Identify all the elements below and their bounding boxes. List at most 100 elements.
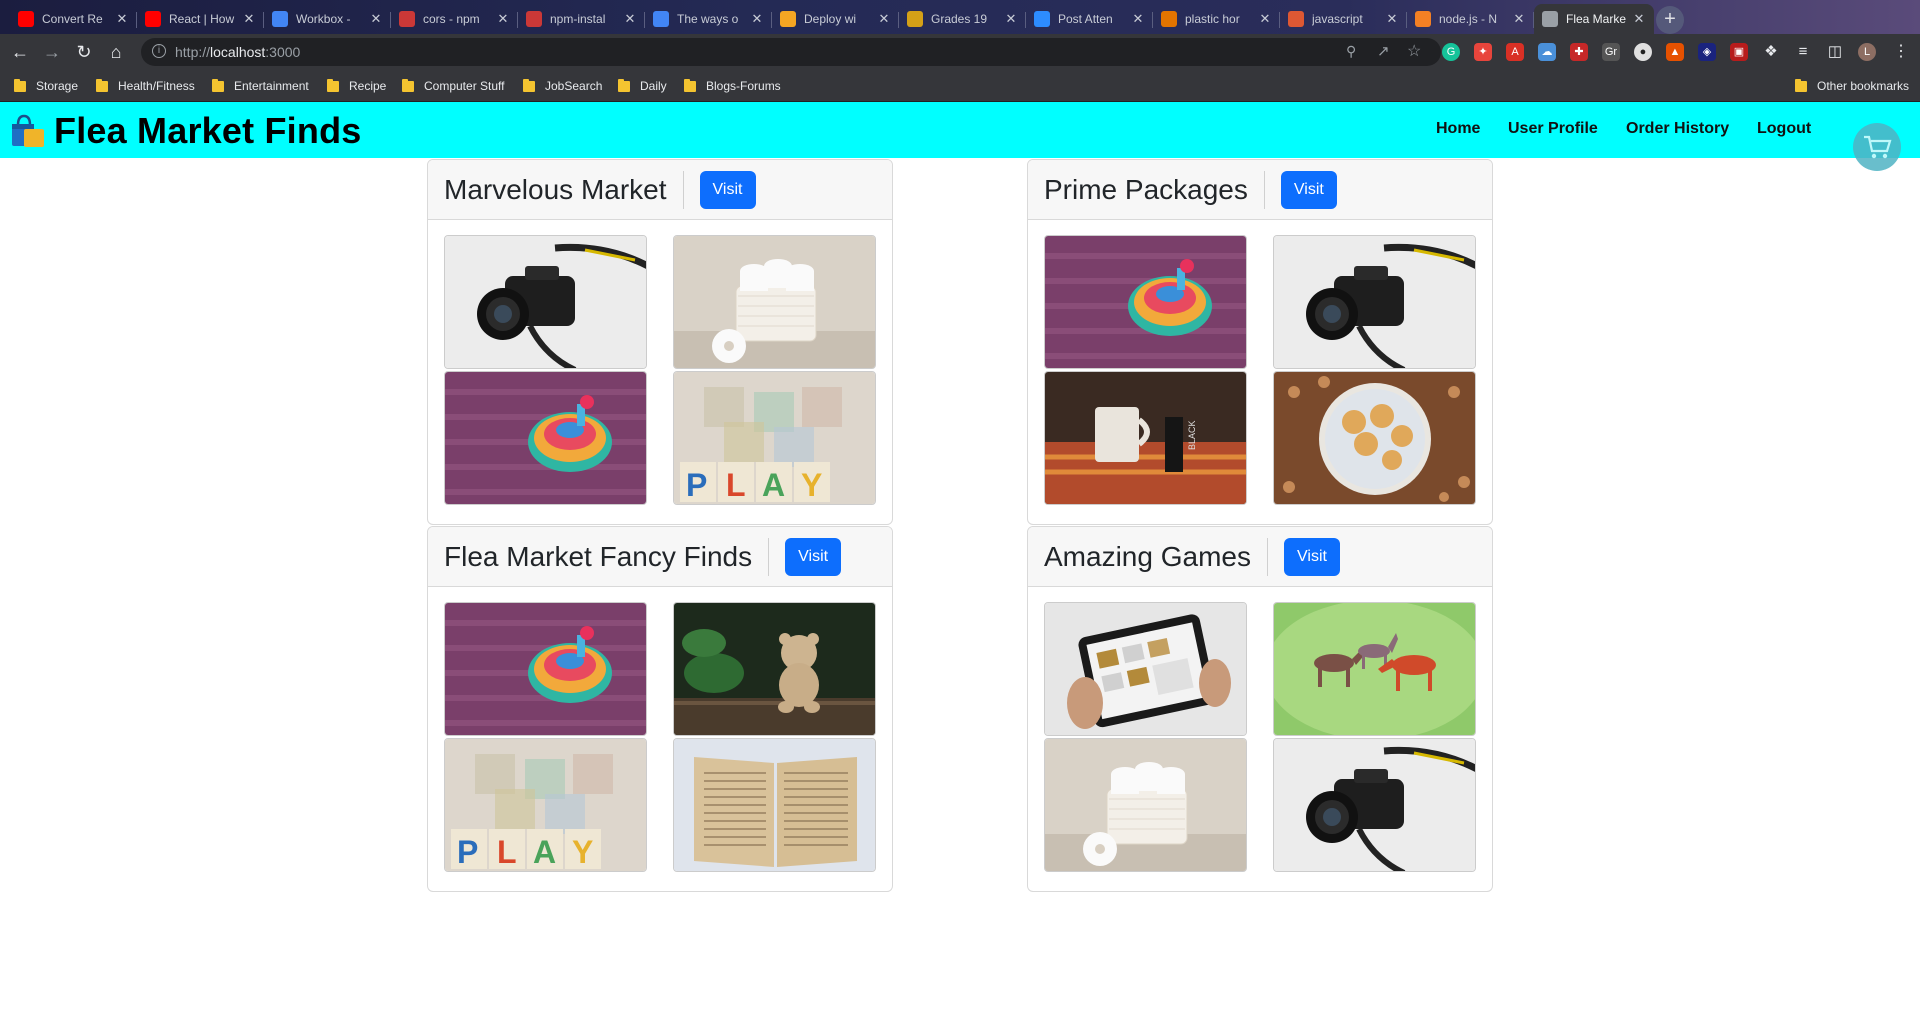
bookmark-folder[interactable]: Storage [14,78,78,93]
reload-icon[interactable]: ↻ [72,40,96,64]
extension-icon[interactable]: ☁ [1538,43,1556,61]
bookmark-folder[interactable]: JobSearch [523,78,603,93]
close-tab-icon[interactable]: ✕ [369,11,383,27]
nav-order-history-link[interactable]: Order History [1626,120,1729,138]
extension-icon[interactable]: ✚ [1570,43,1588,61]
close-tab-icon[interactable]: ✕ [242,11,256,27]
browser-tab[interactable]: npm-instal ✕ [518,4,645,34]
bookmark-folder[interactable]: Entertainment [212,78,309,93]
grammarly-extension-icon[interactable]: G [1442,43,1460,61]
nav-user-profile-link[interactable]: User Profile [1508,120,1598,138]
browser-tab[interactable]: Flea Marke ✕ [1534,4,1654,34]
tab-title: Grades 19 [931,12,988,26]
folder-icon [212,78,224,92]
close-tab-icon[interactable]: ✕ [496,11,510,27]
browser-tab[interactable]: React | How ✕ [137,4,264,34]
product-image-camera[interactable] [1273,235,1476,369]
forward-icon[interactable]: → [40,40,64,64]
divider [682,170,684,209]
product-image-spinning-top[interactable] [444,602,647,736]
browser-tab[interactable]: Grades 19 ✕ [899,4,1026,34]
product-image-tablet[interactable] [1044,602,1247,736]
extension-icon[interactable]: Gr [1602,43,1620,61]
browser-tab[interactable]: Convert Re ✕ [10,4,137,34]
product-image-spinning-top[interactable] [1044,235,1247,369]
profile-avatar[interactable]: L [1858,43,1876,61]
browser-tab[interactable]: javascript ✕ [1280,4,1407,34]
product-image-camera[interactable] [1273,738,1476,872]
pdf-extension-icon[interactable]: A [1506,43,1524,61]
bookmark-folder[interactable]: Daily [618,78,667,93]
brand[interactable]: Flea Market Finds [10,110,361,152]
extension-icon[interactable]: ◈ [1698,43,1716,61]
close-tab-icon[interactable]: ✕ [750,11,764,27]
visit-button[interactable]: Visit [1283,537,1340,576]
other-bookmarks[interactable]: Other bookmarks [1795,78,1909,93]
shopping-cart-icon[interactable] [1853,123,1901,171]
product-image-toy-horses[interactable] [1273,602,1476,736]
browser-tab[interactable]: node.js - N ✕ [1407,4,1534,34]
product-image-play-blocks[interactable]: P L A Y [673,371,876,505]
product-image-teddy-bear[interactable] [673,602,876,736]
bookmark-label: Recipe [349,79,387,93]
product-image-toilet-paper[interactable] [1044,738,1247,872]
bookmark-folder[interactable]: Blogs-Forums [684,78,781,93]
close-tab-icon[interactable]: ✕ [1385,11,1399,27]
site-info-icon[interactable]: i [152,44,166,58]
bookmark-label: Blogs-Forums [706,79,781,93]
close-tab-icon[interactable]: ✕ [1004,11,1018,27]
bookmark-folder[interactable]: Health/Fitness [96,78,195,93]
side-panel-icon[interactable]: ◫ [1826,43,1844,61]
product-image-toilet-paper[interactable] [673,235,876,369]
bookmark-folder[interactable]: Recipe [327,78,387,93]
close-tab-icon[interactable]: ✕ [623,11,637,27]
browser-tab[interactable]: Post Atten ✕ [1026,4,1153,34]
key-icon[interactable]: ⚲ [1346,43,1356,60]
browser-tab[interactable]: plastic hor ✕ [1153,4,1280,34]
product-image-open-book[interactable] [673,738,876,872]
browser-tab[interactable]: Deploy wi ✕ [772,4,899,34]
close-tab-icon[interactable]: ✕ [1258,11,1272,27]
share-icon[interactable]: ↗ [1377,42,1390,60]
bookmark-label: JobSearch [545,79,603,93]
visit-button[interactable]: Visit [785,537,842,576]
new-tab-button[interactable]: + [1656,6,1684,34]
close-tab-icon[interactable]: ✕ [877,11,891,27]
extensions-puzzle-icon[interactable]: ❖ [1762,43,1780,61]
npm-icon [399,11,415,27]
extension-icon[interactable]: ▣ [1730,43,1748,61]
product-image-mug-and-box[interactable]: BLACK [1044,371,1247,505]
close-tab-icon[interactable]: ✕ [1632,11,1646,27]
browser-tab[interactable]: The ways o ✕ [645,4,772,34]
extension-icon[interactable]: ▲ [1666,43,1684,61]
close-tab-icon[interactable]: ✕ [1131,11,1145,27]
product-image-play-blocks[interactable]: P L A Y [444,738,647,872]
visit-button[interactable]: Visit [1280,170,1337,209]
market-card-header: Flea Market Fancy Finds Visit [428,527,892,587]
bookmark-folder[interactable]: Computer Stuff [402,78,504,93]
tab-title: Deploy wi [804,12,857,26]
extension-icon[interactable]: ✦ [1474,43,1492,61]
market-card-header: Amazing Games Visit [1028,527,1492,587]
browser-tab[interactable]: cors - npm ✕ [391,4,518,34]
market-card: Amazing Games Visit [1027,526,1493,892]
product-image-butter-cookies[interactable] [1273,371,1476,505]
visit-button[interactable]: Visit [699,170,756,209]
close-tab-icon[interactable]: ✕ [1512,11,1526,27]
browser-tab[interactable]: Workbox - ✕ [264,4,391,34]
browser-tab-strip: Convert Re ✕ React | How ✕ Workbox - ✕ cors -… [0,0,1920,34]
chrome-menu-icon[interactable]: ⋮ [1892,43,1910,61]
extension-icon[interactable]: ● [1634,43,1652,61]
nav-logout-link[interactable]: Logout [1757,120,1811,138]
close-tab-icon[interactable]: ✕ [115,11,129,27]
back-icon[interactable]: ← [8,40,32,64]
reading-list-icon[interactable]: ≡ [1794,43,1812,61]
product-image-spinning-top[interactable] [444,371,647,505]
address-bar[interactable]: i http://localhost:3000 ⚲ ↗ ☆ [141,38,1441,66]
bookmark-star-icon[interactable]: ☆ [1407,41,1421,61]
svg-text:Y: Y [801,467,822,503]
nav-home-link[interactable]: Home [1436,120,1480,138]
home-icon[interactable]: ⌂ [104,40,128,64]
youtube-icon [145,11,161,27]
product-image-camera[interactable] [444,235,647,369]
